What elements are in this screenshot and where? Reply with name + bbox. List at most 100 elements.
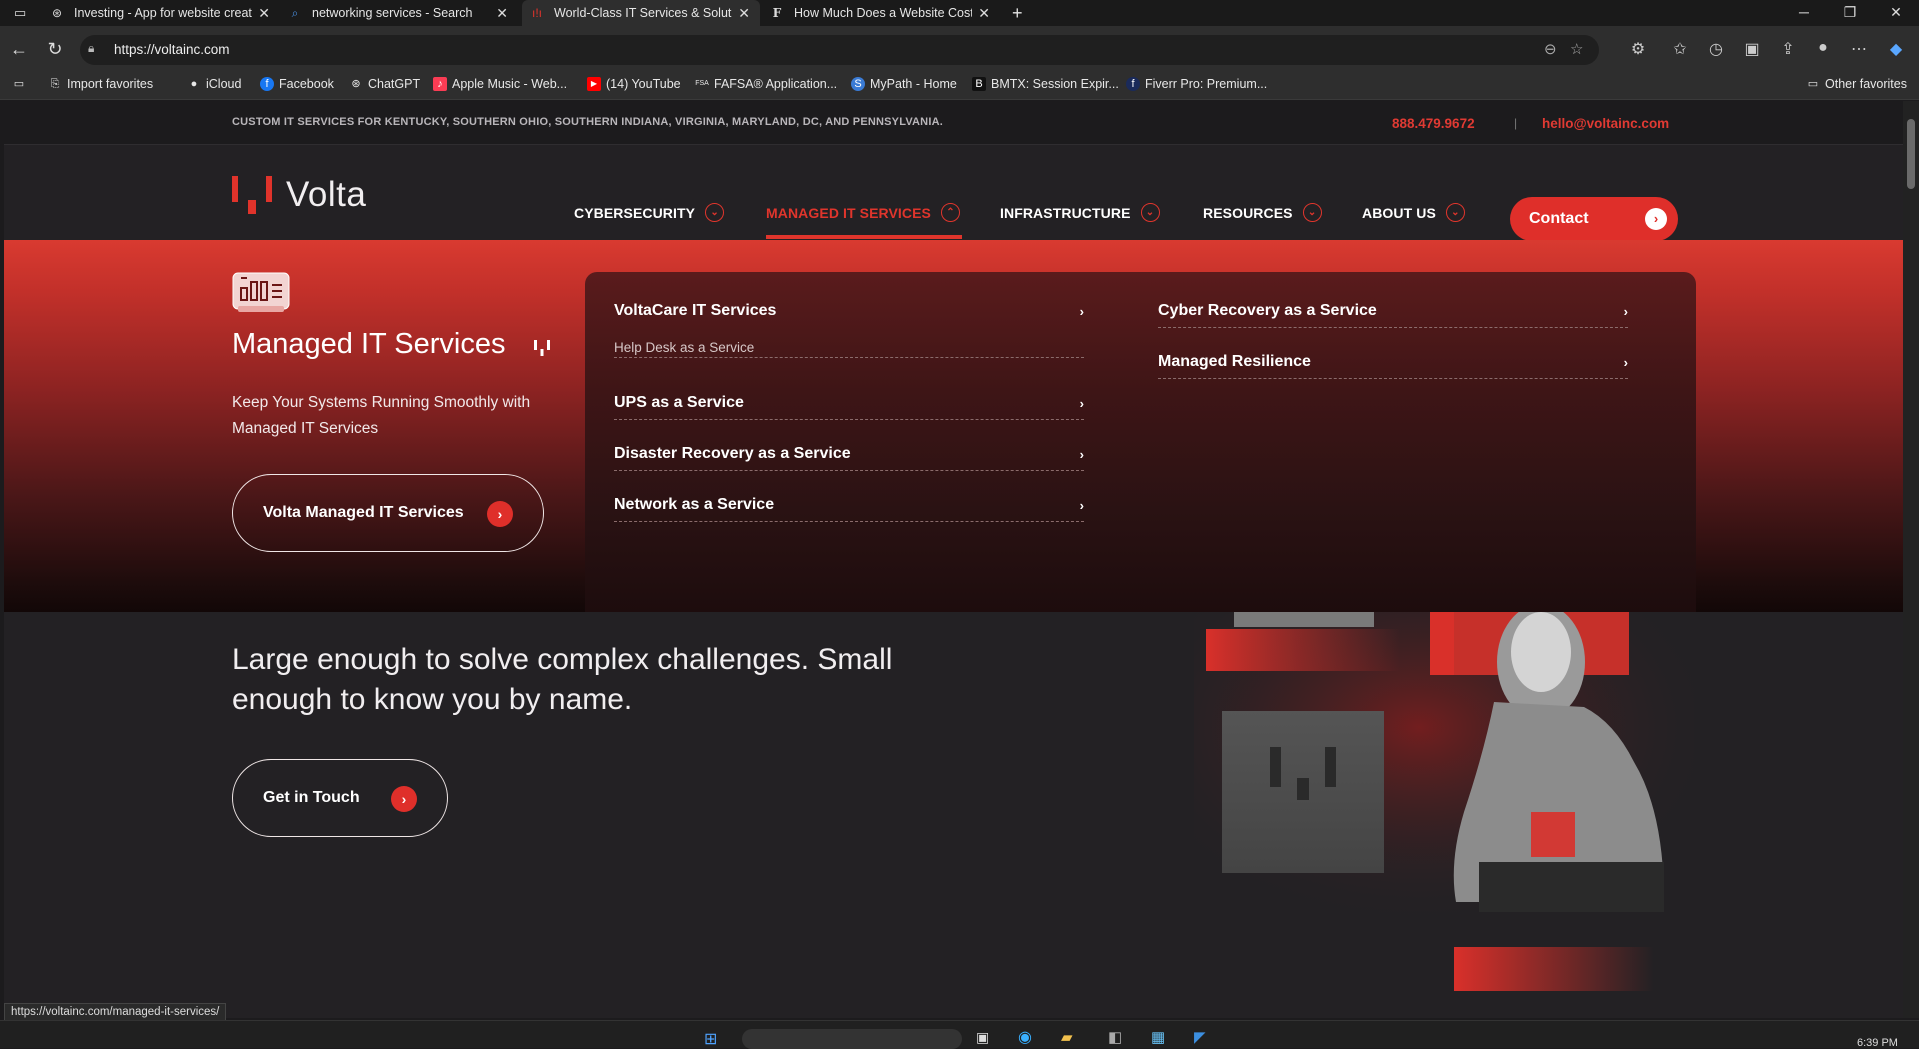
menu-link-disaster-recovery[interactable]: Disaster Recovery as a Service › — [614, 445, 1084, 471]
favorite-bmtx[interactable]: B BMTX: Session Expir... — [972, 77, 1119, 91]
extensions-icon[interactable]: ⚙ — [1628, 39, 1648, 59]
dashboard-icon — [232, 272, 290, 312]
close-tab-icon[interactable]: ✕ — [496, 5, 508, 22]
nav-managed-it-services[interactable]: MANAGED IT SERVICES ⌃ — [766, 203, 960, 222]
share-icon[interactable]: ⇪ — [1778, 39, 1798, 59]
chevron-down-icon: ⌄ — [1445, 203, 1465, 222]
taskbar-search-box[interactable] — [742, 1029, 962, 1049]
edge-icon[interactable]: ◉ — [1018, 1027, 1032, 1047]
sidebar-toggle-icon[interactable]: ▭ — [12, 77, 31, 91]
email-link[interactable]: hello@voltainc.com — [1542, 116, 1669, 131]
volta-managed-it-button[interactable]: Volta Managed IT Services › — [232, 474, 544, 552]
close-tab-icon[interactable]: ✕ — [738, 5, 750, 22]
favorite-star-icon[interactable]: ☆ — [1570, 40, 1583, 58]
menu-link-managed-resilience[interactable]: Managed Resilience › — [1158, 353, 1628, 379]
menu-link-voltacare[interactable]: VoltaCare IT Services Help Desk as a Ser… — [614, 302, 1084, 358]
new-tab-button[interactable]: + — [1004, 0, 1034, 26]
volta-logo[interactable]: Volta — [232, 175, 366, 215]
close-tab-icon[interactable]: ✕ — [978, 5, 990, 22]
mypath-icon: S — [851, 77, 865, 91]
favorite-label: Apple Music - Web... — [452, 77, 568, 91]
vscode-icon[interactable]: ◤ — [1194, 1028, 1206, 1046]
task-view-icon[interactable]: ▣ — [976, 1029, 989, 1046]
chevron-up-icon: ⌃ — [941, 203, 960, 222]
minimize-button[interactable]: ─ — [1781, 0, 1827, 26]
menu-link-cyber-recovery[interactable]: Cyber Recovery as a Service › — [1158, 302, 1628, 328]
main-navigation: Volta CYBERSECURITY ⌄ MANAGED IT SERVICE… — [4, 145, 1903, 241]
favorite-apple-music[interactable]: ♪ Apple Music - Web... — [433, 77, 567, 91]
web-page: CUSTOM IT SERVICES FOR KENTUCKY, SOUTHER… — [4, 101, 1903, 1018]
app-icon[interactable]: ◧ — [1108, 1028, 1122, 1046]
browser-tab-bar: ▭ ⊛ Investing - App for website creati ✕… — [0, 0, 1919, 26]
openai-icon: ⊛ — [51, 6, 63, 20]
favorite-label: (14) YouTube — [606, 77, 681, 91]
browser-tab-active[interactable]: ı!ı World-Class IT Services & Solution ✕ — [522, 0, 760, 26]
browser-tab[interactable]: F How Much Does a Website Cost? ✕ — [762, 0, 1000, 26]
contact-button[interactable]: Contact › — [1510, 197, 1678, 241]
reader-icon[interactable]: ⊖ — [1544, 40, 1557, 58]
refresh-icon[interactable]: ↻ — [44, 39, 66, 59]
volta-mark-icon — [534, 340, 550, 356]
menu-sublink-help-desk[interactable]: Help Desk as a Service — [614, 340, 754, 355]
taskbar-clock: 6:39 PM — [1857, 1037, 1898, 1049]
url-text[interactable]: https://voltainc.com — [114, 42, 230, 57]
chevron-down-icon: ⌄ — [1140, 203, 1160, 222]
openai-icon: ⊛ — [351, 78, 361, 90]
favorite-youtube[interactable]: ▶ (14) YouTube — [587, 77, 681, 91]
menu-link-label: Cyber Recovery as a Service — [1158, 302, 1377, 319]
tab-actions-button[interactable]: ▭ — [0, 0, 42, 26]
history-icon[interactable]: ◷ — [1706, 39, 1726, 59]
more-menu-icon[interactable]: ⋯ — [1849, 39, 1869, 59]
top-info-strip: CUSTOM IT SERVICES FOR KENTUCKY, SOUTHER… — [4, 101, 1903, 145]
nav-label: INFRASTRUCTURE — [1000, 204, 1131, 221]
bmtx-icon: B — [972, 77, 986, 91]
favorite-chatgpt[interactable]: ⊛ ChatGPT — [349, 77, 420, 91]
favorite-label: MyPath - Home — [870, 77, 957, 91]
divider: | — [1514, 116, 1518, 130]
windows-start-icon[interactable]: ⊞ — [704, 1029, 717, 1049]
copilot-icon[interactable]: ◆ — [1886, 39, 1906, 59]
get-in-touch-button[interactable]: Get in Touch › — [232, 759, 448, 837]
menu-link-ups[interactable]: UPS as a Service › — [614, 394, 1084, 420]
favorite-import[interactable]: ⎘ Import favorites — [48, 77, 154, 91]
calendar-icon[interactable]: ▦ — [1151, 1028, 1165, 1046]
plus-icon: + — [1012, 2, 1023, 23]
scrollbar-thumb[interactable] — [1907, 119, 1915, 189]
other-favorites[interactable]: ▭ Other favorites — [1806, 77, 1907, 91]
favorite-fafsa[interactable]: FSA FAFSA® Application... — [695, 77, 837, 91]
volta-logo-mark-icon — [232, 176, 272, 214]
chevron-right-icon: › — [1079, 304, 1084, 319]
page-scrollbar[interactable] — [1903, 101, 1919, 1018]
close-tab-icon[interactable]: ✕ — [258, 5, 270, 22]
menu-link-network[interactable]: Network as a Service › — [614, 496, 1084, 522]
menu-link-label: Managed Resilience — [1158, 353, 1311, 370]
profile-avatar-icon[interactable]: ● — [1813, 39, 1833, 57]
browser-tab[interactable]: ⊛ Investing - App for website creati ✕ — [42, 0, 280, 26]
nav-about-us[interactable]: ABOUT US ⌄ — [1362, 203, 1465, 222]
nav-resources[interactable]: RESOURCES ⌄ — [1203, 203, 1322, 222]
screenshot-icon[interactable]: ▣ — [1742, 39, 1762, 59]
phone-link[interactable]: 888.479.9672 — [1392, 116, 1475, 131]
favorites-icon[interactable]: ✩ — [1670, 39, 1690, 59]
site-info-icon[interactable]: 🔒︎ — [88, 41, 94, 56]
active-nav-underline — [766, 235, 962, 239]
browser-tab[interactable]: ⌕ networking services - Search ✕ — [280, 0, 518, 26]
fiverr-icon: f — [1126, 77, 1140, 91]
tab-title: networking services - Search — [312, 6, 473, 20]
tab-title: Investing - App for website creati — [74, 6, 253, 20]
menu-link-label: Disaster Recovery as a Service — [614, 445, 851, 462]
fafsa-icon: FSA — [695, 80, 709, 87]
windows-taskbar: ⊞ ▣ ◉ ▰ ◧ ▦ ◤ 6:39 PM — [0, 1020, 1919, 1049]
back-icon[interactable]: ← — [8, 39, 30, 59]
favorite-facebook[interactable]: f Facebook — [260, 77, 334, 91]
favorite-mypath[interactable]: S MyPath - Home — [851, 77, 957, 91]
nav-infrastructure[interactable]: INFRASTRUCTURE ⌄ — [1000, 203, 1160, 222]
file-explorer-icon[interactable]: ▰ — [1061, 1028, 1073, 1046]
favorite-fiverr[interactable]: f Fiverr Pro: Premium... — [1126, 77, 1267, 91]
restore-button[interactable]: ❐ — [1827, 0, 1873, 26]
nav-cybersecurity[interactable]: CYBERSECURITY ⌄ — [574, 203, 725, 222]
address-bar[interactable]: 🔒︎ https://voltainc.com ⊖ ☆ — [80, 35, 1599, 65]
logo-wordmark: Volta — [286, 175, 367, 214]
favorite-icloud[interactable]: ● iCloud — [187, 77, 242, 91]
close-window-button[interactable]: ✕ — [1873, 0, 1919, 26]
